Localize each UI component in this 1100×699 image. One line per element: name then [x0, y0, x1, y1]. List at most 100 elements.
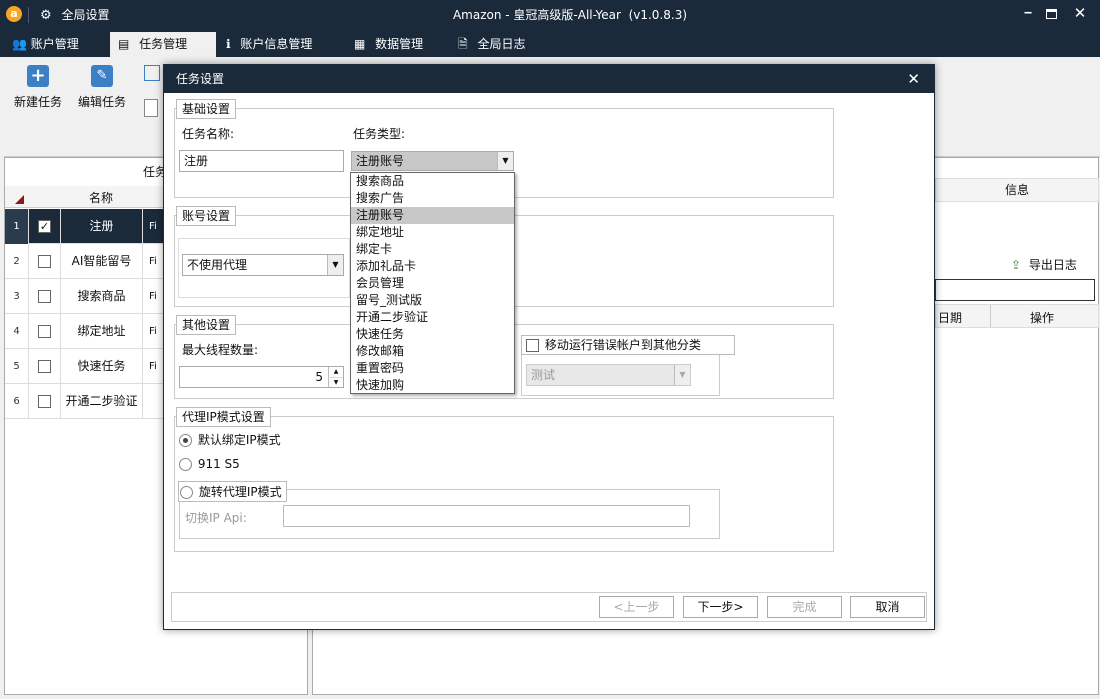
category-value: 测试	[531, 368, 556, 382]
tab-label: 任务管理	[139, 37, 188, 51]
tab-global-log[interactable]: 🗎 全局日志	[450, 32, 546, 57]
dropdown-option[interactable]: 修改邮箱	[351, 343, 514, 360]
max-threads-value: 5	[315, 370, 323, 384]
export-log-button[interactable]: ⇪ 导出日志	[1011, 256, 1077, 273]
row-checkbox-cell	[29, 279, 61, 314]
new-task-button[interactable]: + 新建任务	[10, 65, 66, 110]
tab-account-info-management[interactable]: ℹ 账户信息管理	[218, 32, 334, 57]
row-checkbox[interactable]	[38, 360, 51, 373]
switch-ip-api-label: 切换IP Api:	[185, 511, 247, 525]
new-task-label: 新建任务	[13, 95, 62, 109]
column-header-action[interactable]: 操作	[1030, 309, 1054, 326]
task-type-select[interactable]: 注册账号 ▼	[351, 151, 514, 171]
max-threads-label: 最大线程数量:	[182, 343, 259, 357]
dialog-title-bar: 任务设置 ✕	[164, 65, 934, 93]
task-list-icon: ▤	[118, 37, 130, 51]
radio-911-s5[interactable]: 911 S5	[179, 457, 240, 471]
cancel-button[interactable]: 取消	[850, 596, 925, 618]
dropdown-option[interactable]: 快速加购	[351, 377, 514, 394]
radio-label: 旋转代理IP模式	[198, 485, 282, 499]
plus-icon: +	[27, 65, 49, 87]
log-filter-input[interactable]	[935, 279, 1095, 301]
dropdown-option[interactable]: 留号_测试版	[351, 292, 514, 309]
tab-label: 账户管理	[30, 37, 79, 51]
checkbox-box[interactable]	[526, 339, 539, 352]
radio-rotate-proxy-mode[interactable]: 旋转代理IP模式	[178, 481, 287, 502]
row-number: 1	[5, 209, 29, 244]
dropdown-option[interactable]: 添加礼品卡	[351, 258, 514, 275]
category-select: 测试 ▼	[526, 364, 691, 386]
edit-task-label: 编辑任务	[77, 95, 126, 109]
grid-icon: ▦	[354, 37, 366, 51]
main-tab-bar: 👥 账户管理 ▤ 任务管理 ℹ 账户信息管理 ▦ 数据管理 🗎 全局日志	[0, 30, 1100, 57]
next-step-button[interactable]: 下一步>	[683, 596, 758, 618]
close-window-button[interactable]: ✕	[1072, 4, 1088, 22]
maximize-button[interactable]	[1046, 9, 1057, 19]
tab-task-management[interactable]: ▤ 任务管理	[110, 32, 216, 57]
row-name: 快速任务	[61, 349, 143, 384]
radio-button[interactable]	[180, 486, 193, 499]
radio-button[interactable]	[179, 458, 192, 471]
row-checkbox[interactable]: ✓	[38, 220, 51, 233]
document-icon[interactable]	[144, 99, 158, 117]
users-icon: 👥	[12, 37, 27, 51]
row-checkbox[interactable]	[38, 325, 51, 338]
radio-default-ip-mode[interactable]: 默认绑定IP模式	[179, 431, 281, 448]
edit-task-button[interactable]: ✎ 编辑任务	[74, 65, 130, 110]
tab-account-management[interactable]: 👥 账户管理	[4, 32, 104, 57]
sort-corner-icon	[15, 195, 24, 204]
stepper-down-icon[interactable]: ▼	[328, 377, 343, 387]
chevron-down-icon[interactable]: ▼	[327, 255, 343, 275]
basic-settings-legend: 基础设置	[176, 99, 237, 119]
dropdown-option[interactable]: 会员管理	[351, 275, 514, 292]
row-name: 绑定地址	[61, 314, 143, 349]
radio-label: 默认绑定IP模式	[197, 433, 281, 447]
row-checkbox-cell: ✓	[29, 209, 61, 244]
tab-data-management[interactable]: ▦ 数据管理	[346, 32, 442, 57]
task-type-dropdown-list: 搜索商品 搜索广告 注册账号 绑定地址 绑定卡 添加礼品卡 会员管理 留号_测试版 开通二步验证…	[350, 172, 515, 394]
task-name-label: 任务名称:	[182, 127, 235, 141]
row-checkbox[interactable]	[38, 255, 51, 268]
dropdown-option[interactable]: 搜索广告	[351, 190, 514, 207]
finish-button[interactable]: 完成	[767, 596, 842, 618]
dropdown-option[interactable]: 开通二步验证	[351, 309, 514, 326]
minimize-button[interactable]: ‒	[1020, 5, 1036, 23]
proxy-value: 不使用代理	[187, 258, 248, 272]
row-checkbox[interactable]	[38, 290, 51, 303]
row-checkbox-cell	[29, 384, 61, 419]
global-settings-menu[interactable]: ⚙ 全局设置	[40, 5, 110, 25]
log-table-header: 日期 操作	[935, 304, 1099, 328]
dropdown-option[interactable]: 绑定地址	[351, 224, 514, 241]
prev-step-button[interactable]: <上一步	[599, 596, 674, 618]
dropdown-option[interactable]: 搜索商品	[351, 173, 514, 190]
task-name-input[interactable]: 注册	[179, 150, 344, 172]
proxy-select[interactable]: 不使用代理 ▼	[182, 254, 344, 276]
task-type-label: 任务类型:	[353, 127, 406, 141]
stepper-up-icon[interactable]: ▲	[328, 367, 343, 377]
chevron-down-icon[interactable]: ▼	[497, 152, 513, 170]
close-dialog-icon[interactable]: ✕	[907, 65, 920, 93]
info-column-header: 信息	[935, 178, 1099, 202]
row-number: 4	[5, 314, 29, 349]
dropdown-option[interactable]: 注册账号	[351, 207, 514, 224]
dropdown-option[interactable]: 快速任务	[351, 326, 514, 343]
radio-label: 911 S5	[197, 457, 240, 471]
info-header-label: 信息	[1004, 183, 1029, 197]
row-checkbox[interactable]	[38, 395, 51, 408]
max-threads-stepper[interactable]: 5 ▲ ▼	[179, 366, 344, 388]
other-settings-legend: 其他设置	[176, 315, 237, 335]
column-header-date[interactable]: 日期	[938, 309, 962, 326]
dropdown-option[interactable]: 绑定卡	[351, 241, 514, 258]
title-bar: a ⚙ 全局设置 Amazon - 皇冠高级版-All-Year (v1.0.8…	[0, 0, 1100, 30]
task-settings-dialog: 任务设置 ✕ 基础设置 任务名称: 任务类型: 注册 注册账号 ▼ 账号设置 不…	[163, 64, 935, 630]
dropdown-option[interactable]: 重置密码	[351, 360, 514, 377]
switch-ip-api-input	[283, 505, 690, 527]
copy-icon[interactable]	[144, 65, 160, 81]
move-error-accounts-checkbox[interactable]: 移动运行错误帐户到其他分类	[521, 335, 735, 355]
radio-button[interactable]	[179, 434, 192, 447]
gear-icon: ⚙	[40, 8, 52, 23]
row-name: 搜索商品	[61, 279, 143, 314]
row-checkbox-cell	[29, 244, 61, 279]
row-checkbox-cell	[29, 349, 61, 384]
column-header-name[interactable]: 名称	[89, 189, 113, 206]
